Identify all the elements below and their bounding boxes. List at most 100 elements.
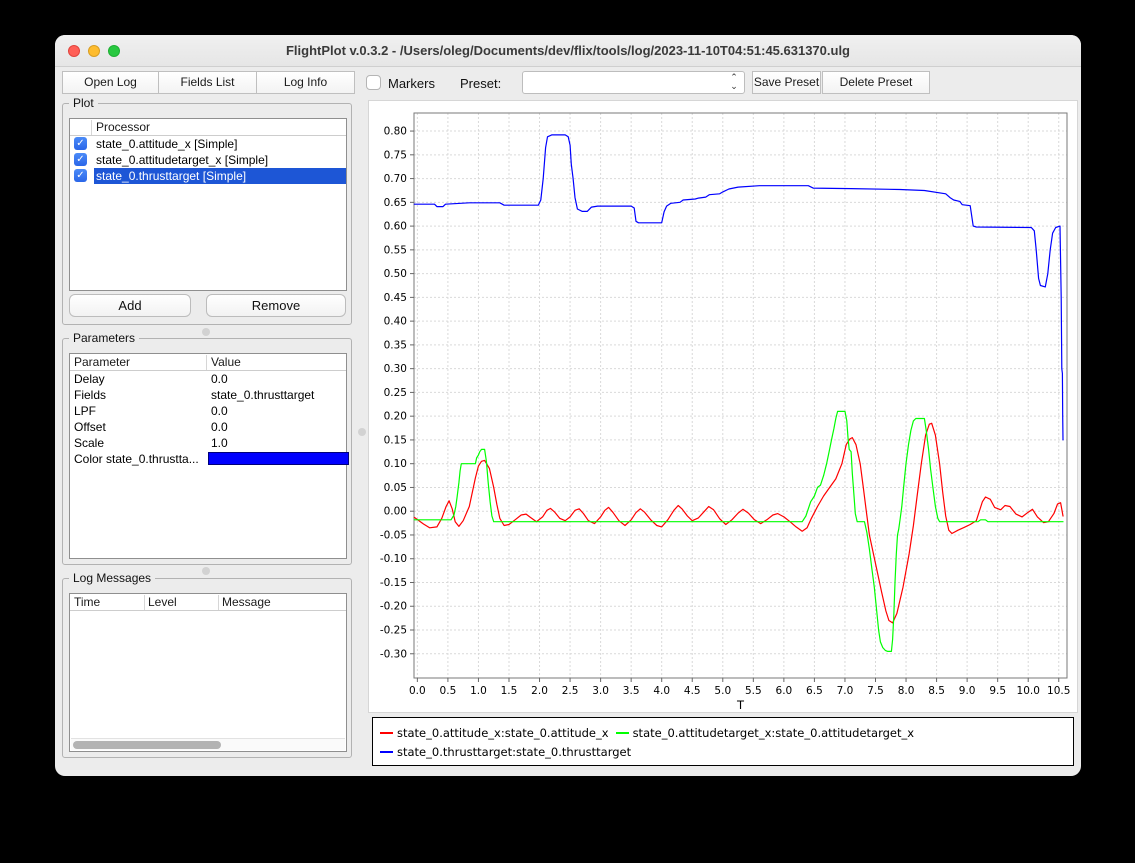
combo-stepper-icon[interactable]: ⌃⌄	[728, 73, 740, 93]
preset-label: Preset:	[460, 76, 501, 91]
x-tick-label: 6.5	[806, 685, 823, 697]
x-tick-label: 6.0	[776, 685, 793, 697]
y-tick-label: -0.10	[380, 553, 407, 565]
y-tick-label: 0.25	[384, 387, 407, 399]
parameter-name: Fields	[74, 387, 106, 403]
x-axis-label: T	[736, 698, 745, 712]
y-tick-label: 0.70	[384, 173, 407, 185]
legend-line-sample	[380, 732, 393, 734]
scrollbar-thumb[interactable]	[73, 741, 221, 749]
plot-processor-rows: ✓ state_0.attitude_x [Simple] ✓ state_0.att…	[70, 136, 346, 184]
parameters-group: Parameters Parameter Value Delay0.0Field…	[62, 338, 352, 565]
message-column-header: Message	[222, 594, 271, 611]
time-column-header: Time	[74, 594, 100, 611]
chart-legend: state_0.attitude_x:state_0.attitude_xsta…	[372, 717, 1074, 766]
x-tick-label: 3.5	[623, 685, 640, 697]
parameter-row[interactable]: LPF 0.0	[70, 403, 346, 419]
splitter-handle-bottom[interactable]	[202, 567, 210, 575]
y-tick-label: 0.10	[384, 458, 407, 470]
open-log-button[interactable]: Open Log	[62, 71, 159, 94]
x-tick-label: 10.0	[1017, 685, 1040, 697]
log-messages-group-title: Log Messages	[69, 571, 155, 585]
legend-item-label: state_0.thrusttarget:state_0.thrusttarge…	[397, 745, 631, 759]
y-tick-label: 0.40	[384, 316, 407, 328]
processor-row[interactable]: ✓ state_0.attitude_x [Simple]	[70, 136, 346, 152]
parameter-name: Delay	[74, 371, 105, 387]
parameter-name: Offset	[74, 419, 106, 435]
y-tick-label: 0.60	[384, 221, 407, 233]
legend-item: state_0.attitude_x:state_0.attitude_x	[380, 726, 609, 740]
parameter-value: 1.0	[211, 435, 228, 451]
delete-preset-button[interactable]: Delete Preset	[822, 71, 930, 94]
title-bar[interactable]: FlightPlot v.0.3.2 - /Users/oleg/Documen…	[55, 35, 1081, 67]
y-tick-label: -0.20	[380, 601, 407, 613]
row-checkbox[interactable]: ✓	[74, 153, 87, 166]
plot-group: Plot Processor ✓state_0.attitude_x [Simp…	[62, 103, 352, 325]
level-column-header: Level	[148, 594, 177, 611]
plot-processor-table[interactable]: Processor ✓state_0.attitude_x [Simple]✓s…	[69, 118, 347, 291]
fields-list-button[interactable]: Fields List	[158, 71, 257, 94]
legend-row-2: state_0.thrusttarget:state_0.thrusttarge…	[380, 742, 1066, 761]
processor-header-row: Processor	[70, 119, 346, 136]
y-tick-label: -0.30	[380, 648, 407, 660]
splitter-handle-vertical[interactable]	[358, 428, 366, 436]
x-tick-label: 0.0	[409, 685, 426, 697]
splitter-handle-top[interactable]	[202, 328, 210, 336]
processor-row-label: state_0.attitudetarget_x [Simple]	[94, 152, 346, 168]
save-preset-button[interactable]: Save Preset	[752, 71, 821, 94]
color-swatch[interactable]	[208, 452, 349, 465]
processor-row-label: state_0.attitude_x [Simple]	[94, 136, 346, 152]
remove-button[interactable]: Remove	[206, 294, 346, 317]
markers-checkbox[interactable]	[366, 75, 381, 90]
column-divider	[218, 595, 219, 610]
y-tick-label: 0.50	[384, 268, 407, 280]
parameters-table[interactable]: Parameter Value Delay0.0Fieldsstate_0.th…	[69, 353, 347, 559]
x-tick-label: 7.0	[837, 685, 854, 697]
x-tick-label: 5.5	[745, 685, 762, 697]
log-horizontal-scrollbar[interactable]	[71, 738, 345, 750]
legend-item-label: state_0.attitude_x:state_0.attitude_x	[397, 726, 609, 740]
x-tick-label: 9.0	[959, 685, 976, 697]
parameters-rows: Delay 0.0 Fields state_0.thrusttarget LPF 0.0…	[70, 371, 346, 467]
legend-item-label: state_0.attitudetarget_x:state_0.attitud…	[633, 726, 915, 740]
chart-panel[interactable]: 0.00.51.01.52.02.53.03.54.04.55.05.56.06…	[368, 100, 1078, 713]
parameter-value: 0.0	[211, 419, 228, 435]
chart-svg[interactable]: 0.00.51.01.52.02.53.03.54.04.55.05.56.06…	[369, 101, 1077, 712]
parameter-row[interactable]: Fields state_0.thrusttarget	[70, 387, 346, 403]
x-tick-label: 3.0	[592, 685, 609, 697]
flightplot-window: FlightPlot v.0.3.2 - /Users/oleg/Documen…	[55, 35, 1081, 776]
y-tick-label: 0.20	[384, 411, 407, 423]
y-tick-label: 0.35	[384, 339, 407, 351]
row-checkbox[interactable]: ✓	[74, 169, 87, 182]
parameter-row[interactable]: Delay 0.0	[70, 371, 346, 387]
parameter-row[interactable]: Offset 0.0	[70, 419, 346, 435]
x-tick-label: 1.0	[470, 685, 487, 697]
parameter-color-row[interactable]: Color state_0.thrustta...	[70, 451, 346, 467]
y-tick-label: 0.80	[384, 126, 407, 138]
x-tick-label: 10.5	[1047, 685, 1070, 697]
log-messages-table[interactable]: Time Level Message	[69, 593, 347, 752]
parameter-value: 0.0	[211, 403, 228, 419]
row-checkbox[interactable]: ✓	[74, 137, 87, 150]
add-button[interactable]: Add	[69, 294, 191, 317]
y-tick-label: -0.25	[380, 625, 407, 637]
legend-line-sample	[380, 751, 393, 753]
processor-row[interactable]: ✓ state_0.attitudetarget_x [Simple]	[70, 152, 346, 168]
legend-item: state_0.attitudetarget_x:state_0.attitud…	[616, 726, 915, 740]
x-tick-label: 0.5	[440, 685, 457, 697]
log-header-row: Time Level Message	[70, 594, 346, 611]
processor-row[interactable]: ✓state_0.thrusttarget [Simple]	[70, 168, 346, 184]
parameter-name: Scale	[74, 435, 104, 451]
parameter-value: state_0.thrusttarget	[211, 387, 314, 403]
parameter-row[interactable]: Scale 1.0	[70, 435, 346, 451]
log-info-button[interactable]: Log Info	[256, 71, 355, 94]
x-tick-label: 2.5	[562, 685, 579, 697]
y-tick-label: 0.75	[384, 149, 407, 161]
y-tick-label: 0.45	[384, 292, 407, 304]
x-tick-label: 4.5	[684, 685, 701, 697]
parameter-name: LPF	[74, 403, 96, 419]
y-tick-label: -0.15	[380, 577, 407, 589]
preset-combobox[interactable]: ⌃⌄	[522, 71, 745, 94]
parameter-value: 0.0	[211, 371, 228, 387]
y-tick-label: 0.65	[384, 197, 407, 209]
